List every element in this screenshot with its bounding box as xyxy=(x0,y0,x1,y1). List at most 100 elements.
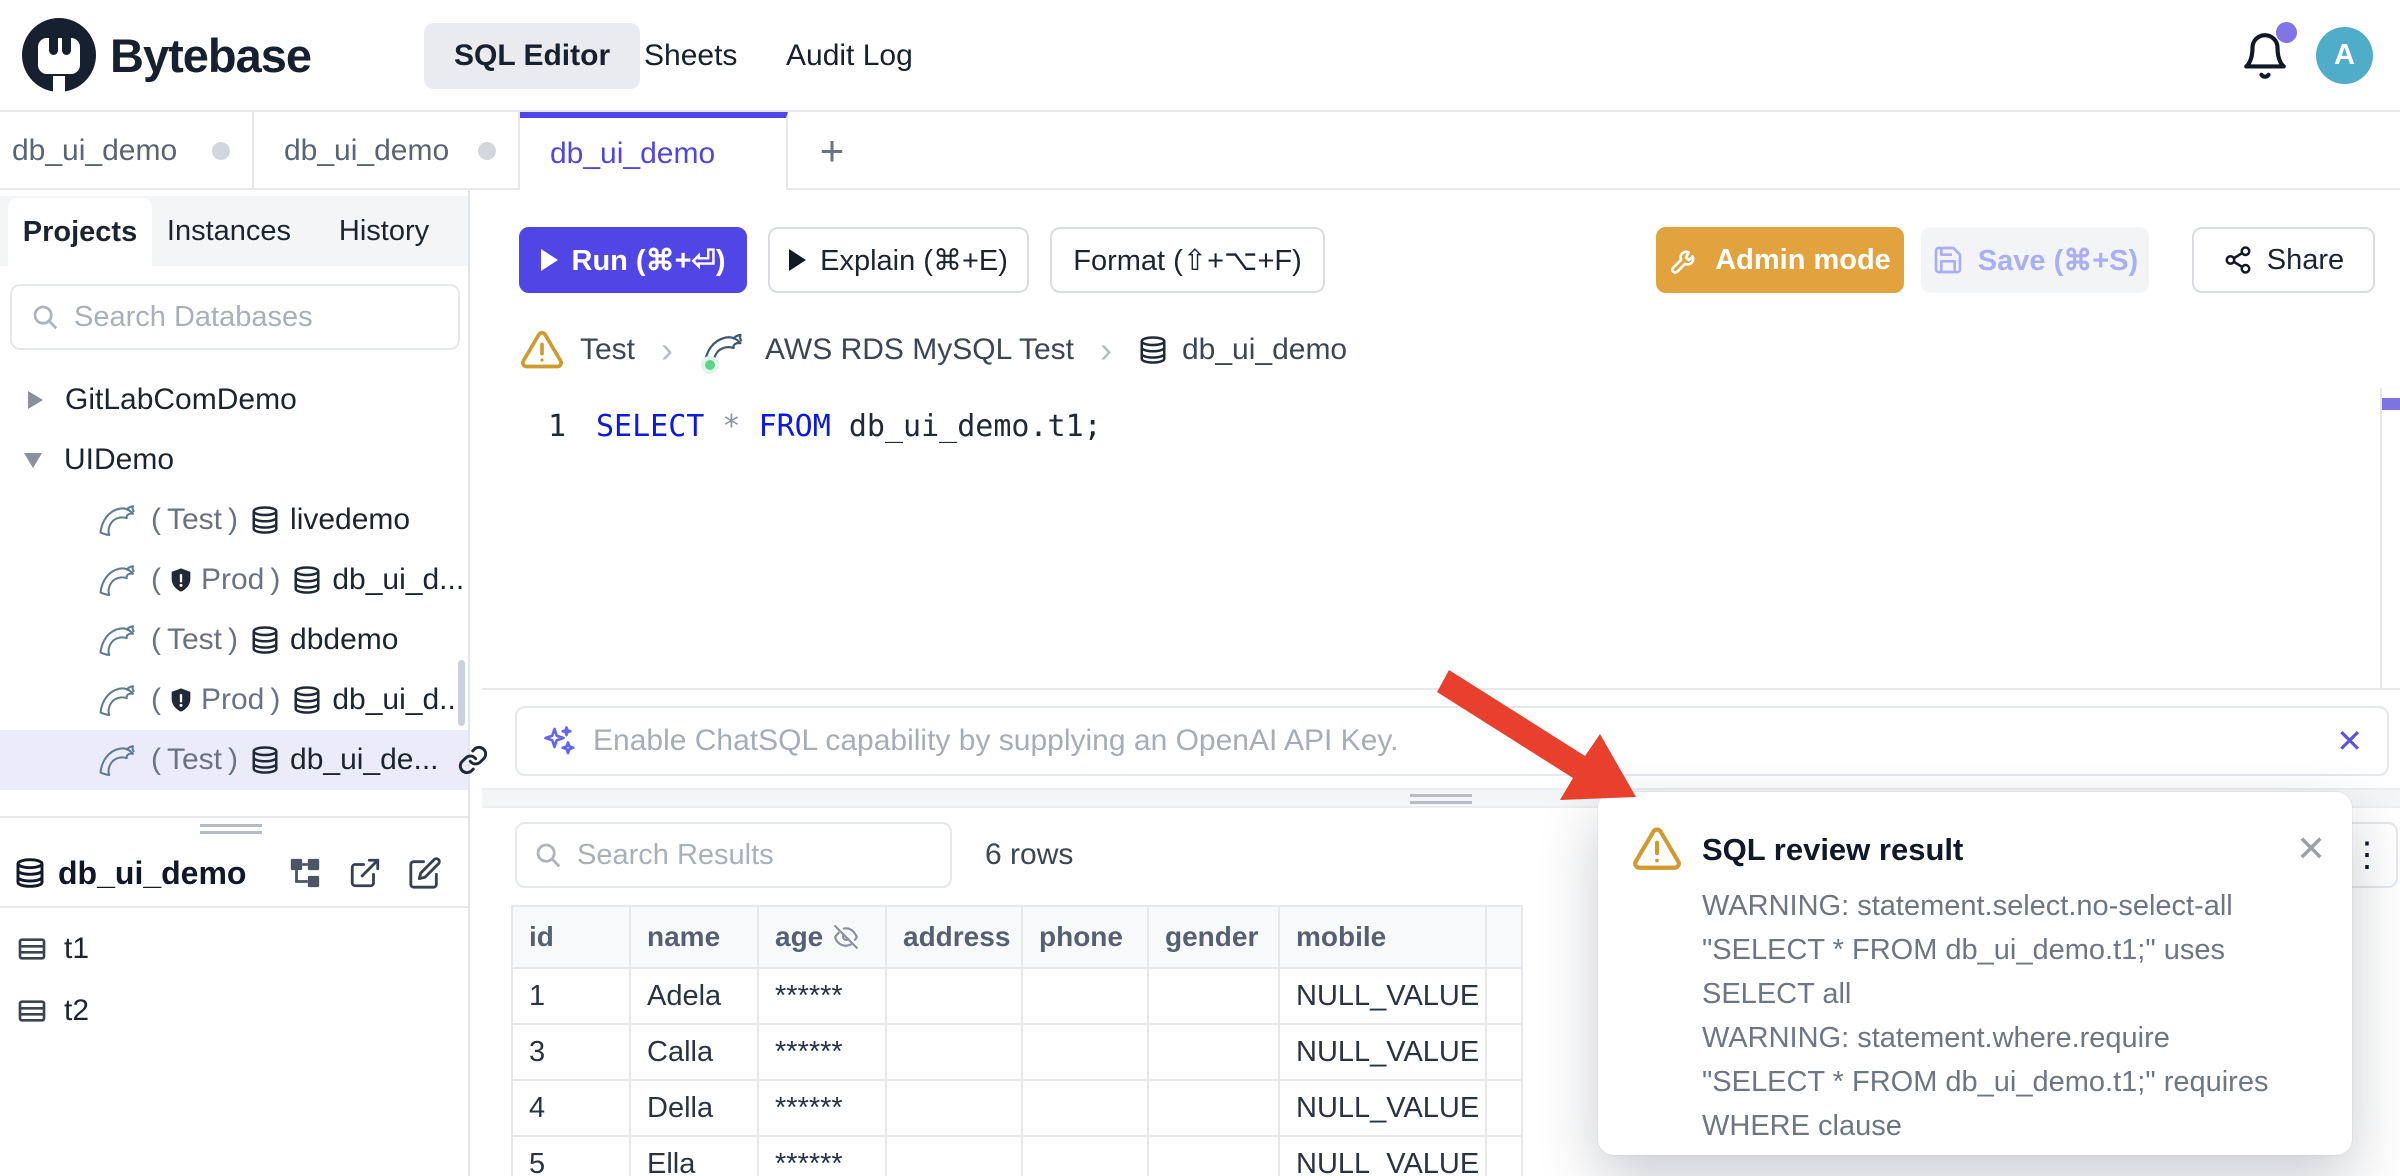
schema-diagram-icon[interactable] xyxy=(288,856,322,890)
cell-age-masked[interactable]: ****** xyxy=(759,1025,887,1081)
cell-id[interactable]: 1 xyxy=(513,969,631,1025)
cell-id[interactable]: 5 xyxy=(513,1137,631,1176)
save-button[interactable]: Save (⌘+S) xyxy=(1921,227,2149,293)
column-header-mobile[interactable]: mobile xyxy=(1280,907,1487,969)
tree-project-uidemo[interactable]: UIDemo xyxy=(0,430,468,490)
cell-name[interactable]: Ella xyxy=(631,1137,759,1176)
avatar[interactable]: A xyxy=(2316,27,2373,84)
table-row[interactable]: 3 Calla ****** NULL_VALUE xyxy=(513,1025,1523,1081)
results-table-body: 1 Adela ****** NULL_VALUE 3 Calla ******… xyxy=(513,969,1523,1176)
run-button[interactable]: Run (⌘+⏎) xyxy=(519,227,747,293)
cell-address[interactable] xyxy=(887,1137,1023,1176)
sheet-tab-3-active[interactable]: db_ui_demo xyxy=(520,112,788,190)
breadcrumb-database[interactable]: db_ui_demo xyxy=(1182,333,1347,367)
nav-tab-sheets[interactable]: Sheets xyxy=(614,23,767,89)
edit-icon[interactable] xyxy=(408,856,442,890)
sidebar-scrollbar-thumb[interactable] xyxy=(458,660,465,726)
cell-id[interactable]: 3 xyxy=(513,1025,631,1081)
warning-line: "SELECT * FROM db_ui_demo.t1;" uses xyxy=(1702,928,2302,972)
new-tab-button[interactable]: + xyxy=(800,112,864,190)
sidebar-tab-history[interactable]: History xyxy=(328,196,440,266)
cell-name[interactable]: Adela xyxy=(631,969,759,1025)
cell-gender[interactable] xyxy=(1149,969,1280,1025)
breadcrumb-instance[interactable]: AWS RDS MySQL Test xyxy=(765,333,1074,367)
share-button[interactable]: Share xyxy=(2192,227,2375,293)
paren: ( xyxy=(151,623,161,657)
cell-phone[interactable] xyxy=(1023,969,1149,1025)
sidebar-tab-instances[interactable]: Instances xyxy=(164,196,294,266)
cell-gender[interactable] xyxy=(1149,1137,1280,1176)
logo-eye-right xyxy=(62,38,71,55)
bytebase-sql-editor-window: Bytebase SQL Editor Sheets Audit Log A d… xyxy=(0,0,2400,1176)
tree-db-dbdemo[interactable]: (Test) dbdemo xyxy=(0,610,468,670)
cell-phone[interactable] xyxy=(1023,1025,1149,1081)
table-row[interactable]: 5 Ella ****** NULL_VALUE xyxy=(513,1137,1523,1176)
bytebase-logo-icon[interactable] xyxy=(22,18,96,92)
table-item-t1[interactable]: t1 xyxy=(0,918,468,980)
sql-text: db_ui_demo.t1; xyxy=(831,409,1102,444)
sheet-tab-1[interactable]: db_ui_demo xyxy=(0,112,254,190)
cell-address[interactable] xyxy=(887,1025,1023,1081)
results-table-header: id name age address phone gender mobile xyxy=(513,907,1523,969)
database-search-box[interactable] xyxy=(10,284,460,350)
cell-mobile[interactable]: NULL_VALUE xyxy=(1280,1137,1487,1176)
tree-db-prod-1[interactable]: (Prod) db_ui_d... xyxy=(0,550,468,610)
cell-mobile[interactable]: NULL_VALUE xyxy=(1280,1025,1487,1081)
chatsql-banner[interactable]: Enable ChatSQL capability by supplying a… xyxy=(515,706,2389,776)
tree-db-livedemo[interactable]: (Test) livedemo xyxy=(0,490,468,550)
cell-gender[interactable] xyxy=(1149,1025,1280,1081)
sidebar-tab-projects[interactable]: Projects xyxy=(8,198,152,266)
sql-editor-line[interactable]: 1SELECT * FROM db_ui_demo.t1; xyxy=(544,404,1102,448)
close-icon[interactable]: ✕ xyxy=(2296,828,2326,870)
admin-mode-button[interactable]: Admin mode xyxy=(1656,227,1904,293)
close-icon[interactable]: ✕ xyxy=(2336,722,2363,760)
tree-db-prod-2[interactable]: (Prod) db_ui_d... xyxy=(0,670,468,730)
explain-button[interactable]: Explain (⌘+E) xyxy=(768,227,1029,293)
mysql-dolphin-icon xyxy=(95,500,141,540)
paren: ) xyxy=(228,503,238,537)
unsaved-dot-icon xyxy=(212,142,230,160)
cell-gender[interactable] xyxy=(1149,1081,1280,1137)
cell-name[interactable]: Della xyxy=(631,1081,759,1137)
cell-address[interactable] xyxy=(887,969,1023,1025)
external-link-icon[interactable] xyxy=(348,856,382,890)
table-row[interactable]: 4 Della ****** NULL_VALUE xyxy=(513,1081,1523,1137)
cell-age-masked[interactable]: ****** xyxy=(759,969,887,1025)
cell-address[interactable] xyxy=(887,1081,1023,1137)
breadcrumb-environment[interactable]: Test xyxy=(580,333,635,367)
cell-id[interactable]: 4 xyxy=(513,1081,631,1137)
cell-mobile[interactable]: NULL_VALUE xyxy=(1280,969,1487,1025)
prod-shield-icon xyxy=(167,686,195,714)
cell-mobile[interactable]: NULL_VALUE xyxy=(1280,1081,1487,1137)
sidebar-splitter[interactable] xyxy=(0,816,468,840)
table-icon xyxy=(14,933,50,965)
sql-operator: * xyxy=(704,409,758,444)
results-search-input[interactable] xyxy=(577,839,877,872)
column-header-phone[interactable]: phone xyxy=(1023,907,1149,969)
tree-db-selected[interactable]: (Test) db_ui_de... xyxy=(0,730,468,790)
table-item-t2[interactable]: t2 xyxy=(0,980,468,1042)
column-header-id[interactable]: id xyxy=(513,907,631,969)
cell-phone[interactable] xyxy=(1023,1081,1149,1137)
column-header-age[interactable]: age xyxy=(759,907,887,969)
paren: ( xyxy=(151,563,161,597)
cell-name[interactable]: Calla xyxy=(631,1025,759,1081)
database-search-input[interactable] xyxy=(74,301,414,334)
column-header-address[interactable]: address xyxy=(887,907,1023,969)
column-header-name[interactable]: name xyxy=(631,907,759,969)
cell-age-masked[interactable]: ****** xyxy=(759,1081,887,1137)
mysql-dolphin-icon xyxy=(95,740,141,780)
tree-project-gitlabcomdemo[interactable]: GitLabComDemo xyxy=(0,370,468,430)
sidebar-tabs: Projects Instances History xyxy=(0,196,468,266)
cell-phone[interactable] xyxy=(1023,1137,1149,1176)
database-icon xyxy=(250,504,280,536)
results-search-box[interactable] xyxy=(515,822,952,888)
nav-tab-audit-log[interactable]: Audit Log xyxy=(756,23,943,89)
nav-tab-sql-editor[interactable]: SQL Editor xyxy=(424,23,640,89)
editor-scrollbar[interactable] xyxy=(2380,388,2400,690)
sheet-tab-2[interactable]: db_ui_demo xyxy=(254,112,520,190)
column-header-gender[interactable]: gender xyxy=(1149,907,1280,969)
table-row[interactable]: 1 Adela ****** NULL_VALUE xyxy=(513,969,1523,1025)
cell-age-masked[interactable]: ****** xyxy=(759,1137,887,1176)
format-button[interactable]: Format (⇧+⌥+F) xyxy=(1050,227,1325,293)
